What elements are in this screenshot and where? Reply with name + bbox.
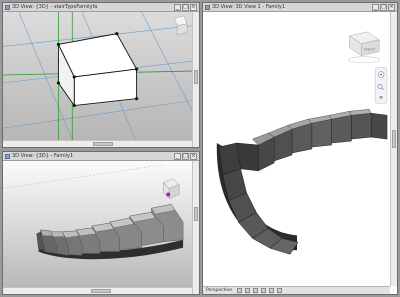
title-bar[interactable]: 3D View: {3D} - Family1 _ □ × (3, 152, 199, 161)
window-controls: _ □ × (174, 4, 197, 11)
scroll-thumb[interactable] (194, 70, 198, 84)
top-left-3d-view-window[interactable]: 3D View: {3D} - stairTypeFamilyfa _ □ × (2, 2, 200, 148)
right-3d-view-window[interactable]: 3D View: 3D View 1 - Family1 _ □ × RIGHT (202, 2, 398, 295)
view-icon (5, 5, 10, 10)
model-canvas[interactable] (3, 12, 192, 140)
scroll-thumb[interactable] (93, 142, 113, 146)
vertical-scrollbar[interactable] (192, 12, 199, 147)
scroll-thumb[interactable] (194, 207, 198, 221)
vertical-scrollbar[interactable] (390, 12, 397, 286)
temporary-hide-icon[interactable] (269, 288, 274, 293)
reveal-hidden-icon[interactable] (277, 288, 282, 293)
title-bar[interactable]: 3D View: {3D} - stairTypeFamilyfa _ □ × (3, 3, 199, 12)
minimize-button[interactable]: _ (372, 4, 379, 11)
visual-style-icon[interactable] (237, 288, 242, 293)
navigation-bar[interactable] (374, 67, 388, 104)
curved-stair-drawing (3, 161, 192, 287)
close-button[interactable]: × (190, 4, 197, 11)
perspective-label: Perspective (206, 288, 233, 293)
bottom-left-3d-view-window[interactable]: 3D View: {3D} - Family1 _ □ × (2, 151, 200, 295)
window-title: 3D View: 3D View 1 - Family1 (212, 4, 285, 10)
title-bar[interactable]: 3D View: 3D View 1 - Family1 _ □ × (203, 3, 397, 12)
window-controls: _ □ × (174, 153, 197, 160)
model-canvas[interactable] (3, 161, 192, 287)
vertical-scrollbar[interactable] (192, 161, 199, 294)
horizontal-scrollbar[interactable] (3, 287, 192, 294)
spiral-stair-drawing: RIGHT (203, 12, 390, 286)
close-button[interactable]: × (388, 4, 395, 11)
maximize-button[interactable]: □ (182, 4, 189, 11)
sun-path-icon[interactable] (245, 288, 250, 293)
maximize-button[interactable]: □ (182, 153, 189, 160)
shadows-icon[interactable] (253, 288, 258, 293)
horizontal-scrollbar[interactable] (3, 140, 192, 147)
scroll-thumb[interactable] (91, 289, 111, 293)
close-button[interactable]: × (190, 153, 197, 160)
window-controls: _ □ × (372, 4, 395, 11)
box-model-drawing (3, 12, 192, 140)
window-title: 3D View: {3D} - stairTypeFamilyfa (12, 4, 98, 10)
minimize-button[interactable]: _ (174, 153, 181, 160)
maximize-button[interactable]: □ (380, 4, 387, 11)
window-title: 3D View: {3D} - Family1 (12, 153, 74, 159)
minimize-button[interactable]: _ (174, 4, 181, 11)
model-canvas[interactable]: RIGHT (203, 12, 390, 286)
view-icon (5, 154, 10, 159)
view-icon (205, 5, 210, 10)
crop-view-icon[interactable] (261, 288, 266, 293)
view-control-bar: Perspective (203, 286, 390, 294)
scroll-thumb[interactable] (392, 130, 396, 148)
viewcube-face-label: RIGHT (364, 48, 376, 52)
